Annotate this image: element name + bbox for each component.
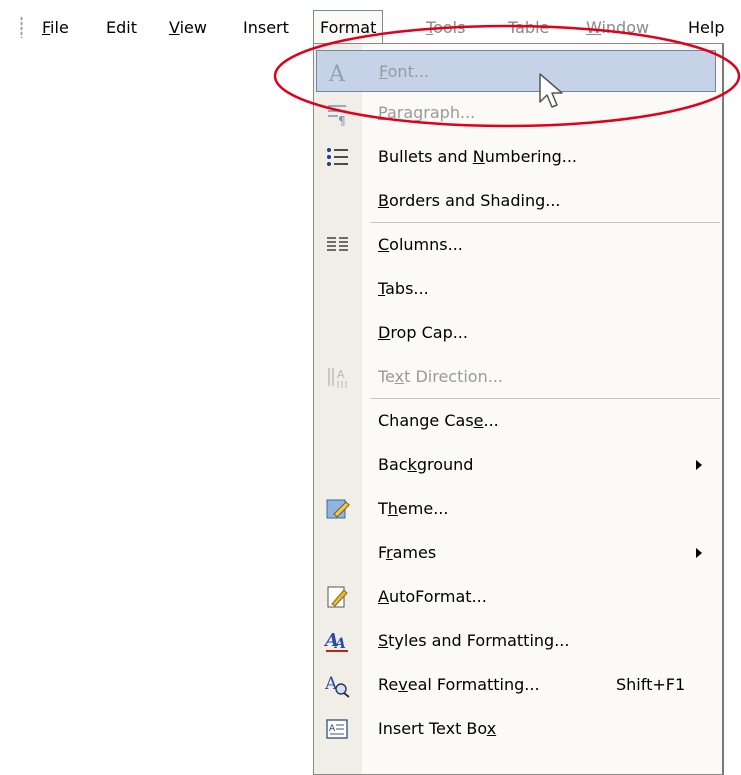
menu-edit[interactable]: Edit [106, 18, 137, 38]
menu-table[interactable]: Table [508, 18, 549, 38]
menu-item-styles-and-formatting[interactable]: A A Styles and Formatting... [314, 620, 722, 662]
menu-item-label: Font... [379, 62, 430, 81]
svg-text:A: A [337, 368, 345, 381]
columns-icon [327, 237, 348, 251]
menu-item-change-case[interactable]: Change Case... [314, 400, 722, 442]
menu-format[interactable]: Format [313, 10, 384, 45]
menu-item-label: Drop Cap... [378, 323, 468, 342]
submenu-arrow-icon [696, 460, 702, 470]
submenu-arrow-icon [696, 548, 702, 558]
menu-item-bullets-and-numbering[interactable]: Bullets and Numbering... [314, 136, 722, 178]
menu-item-frames[interactable]: Frames [314, 532, 722, 574]
menu-item-autoformat[interactable]: AutoFormat... [314, 576, 722, 618]
menu-item-label: AutoFormat... [378, 587, 487, 606]
menu-item-label: Columns... [378, 235, 463, 254]
svg-text:¶: ¶ [338, 114, 346, 126]
menu-item-label: Background [378, 455, 474, 474]
menu-help[interactable]: Help [688, 18, 724, 38]
autoformat-icon [327, 586, 348, 608]
paragraph-icon: ¶ [328, 105, 346, 126]
menu-item-label: Tabs... [378, 279, 429, 298]
menu-item-label: Reveal Formatting... [378, 675, 540, 694]
toolbar-grip-handle[interactable] [20, 16, 23, 38]
menu-separator [370, 222, 720, 223]
styles-formatting-icon: AA [324, 630, 348, 652]
menu-item-label: Borders and Shading... [378, 191, 561, 210]
menu-tools[interactable]: Tools [426, 18, 465, 38]
bullets-icon [327, 148, 348, 166]
svg-text:A: A [328, 62, 346, 85]
menu-item-paragraph[interactable]: ¶ Paragraph... [314, 92, 722, 134]
menu-file[interactable]: File [42, 18, 69, 38]
menu-item-reveal-formatting[interactable]: A Reveal Formatting... Shift+F1 [314, 664, 722, 706]
menu-item-theme[interactable]: Theme... [314, 488, 722, 530]
shortcut-label: Shift+F1 [616, 675, 686, 694]
format-dropdown-menu: A Font... ¶ Paragraph... Bullets and Numberi… [313, 43, 724, 775]
menu-item-label: Bullets and Numbering... [378, 147, 578, 166]
menu-item-text-direction[interactable]: A Text Direction... [314, 356, 722, 398]
mouse-cursor-icon [539, 73, 563, 108]
menu-item-borders-and-shading[interactable]: Borders and Shading... [314, 180, 722, 222]
insert-text-box-icon: A [326, 719, 348, 739]
text-direction-icon: A [328, 368, 347, 388]
menu-item-background[interactable]: Background [314, 444, 722, 486]
menu-view[interactable]: View [169, 18, 207, 38]
menu-item-label: Change Case... [378, 411, 499, 430]
menu-item-drop-cap[interactable]: Drop Cap... [314, 312, 722, 354]
menu-item-insert-text-box[interactable]: A Insert Text Box [314, 708, 722, 750]
svg-text:A: A [329, 724, 336, 734]
menu-item-font[interactable]: A Font... [316, 50, 716, 92]
menu-separator [370, 398, 720, 399]
theme-icon [326, 499, 350, 519]
menu-item-label: Text Direction... [378, 367, 503, 386]
font-icon: A [328, 62, 346, 85]
menu-window[interactable]: Window [586, 18, 649, 38]
menu-item-label: Theme... [378, 499, 449, 518]
menu-insert[interactable]: Insert [243, 18, 289, 38]
menu-item-label: Frames [378, 543, 437, 562]
reveal-formatting-icon: A [324, 674, 350, 698]
menu-item-label: Insert Text Box [378, 719, 497, 738]
menu-item-label: Styles and Formatting... [378, 631, 570, 650]
menu-item-tabs[interactable]: Tabs... [314, 268, 722, 310]
menu-item-label: Paragraph... [378, 103, 476, 122]
svg-text:A: A [333, 636, 346, 652]
menu-item-columns[interactable]: Columns... [314, 224, 722, 266]
